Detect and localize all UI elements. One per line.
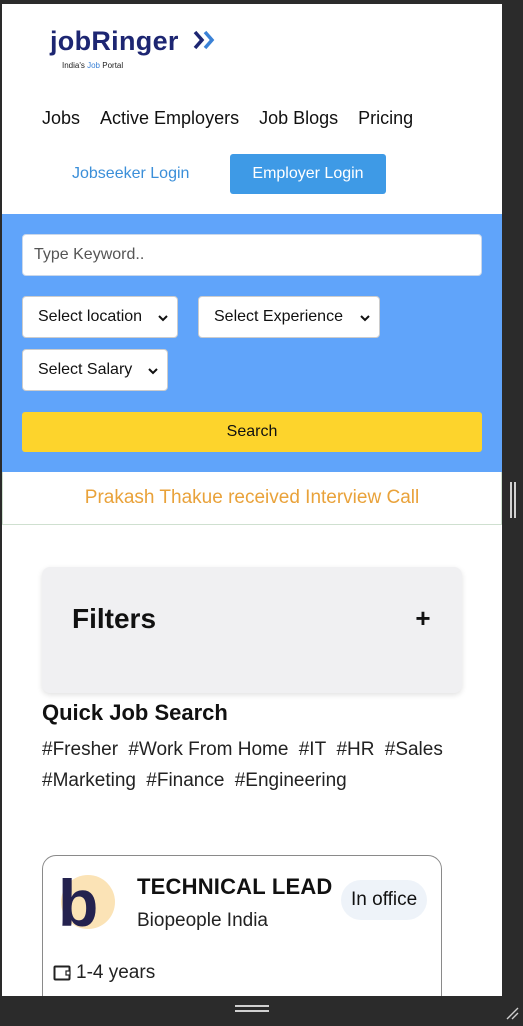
work-mode-badge: In office	[341, 880, 428, 920]
salary-select[interactable]: Select Salary	[22, 349, 168, 391]
nav-job-blogs[interactable]: Job Blogs	[259, 108, 338, 129]
logo-tagline: India's Job Portal	[62, 61, 124, 70]
main-nav: Jobs Active Employers Job Blogs Pricing	[42, 108, 413, 129]
tag-link[interactable]: #Finance	[146, 770, 224, 791]
quick-job-search-title: Quick Job Search	[42, 700, 228, 725]
quick-search-tags: #Fresher #Work From Home #IT #HR #Sales …	[42, 734, 472, 796]
briefcase-icon	[53, 965, 71, 981]
chevron-down-icon	[148, 368, 158, 375]
keyword-input[interactable]	[22, 234, 482, 276]
company-logo: b	[58, 868, 115, 930]
tag-link[interactable]: #Fresher	[42, 739, 118, 760]
tag-link[interactable]: #Engineering	[235, 770, 347, 791]
company-name: Biopeople India	[137, 910, 268, 931]
svg-text:b: b	[58, 868, 98, 930]
resize-corner-icon[interactable]	[505, 1006, 519, 1020]
tag-link[interactable]: #Sales	[385, 739, 443, 760]
location-select-value: Select location	[38, 308, 143, 325]
search-button[interactable]: Search	[22, 412, 482, 452]
filters-panel[interactable]: Filters +	[42, 567, 462, 693]
activity-ticker: Prakash Thakue received Interview Call	[2, 472, 502, 525]
job-title[interactable]: TECHNICAL LEAD	[137, 874, 333, 900]
experience-value: 1-4 years	[76, 962, 156, 983]
experience-row: 1-4 years	[53, 962, 155, 984]
nav-jobs[interactable]: Jobs	[42, 108, 80, 129]
salary-select-value: Select Salary	[38, 361, 133, 378]
experience-select[interactable]: Select Experience	[198, 296, 380, 338]
filters-expand-button[interactable]: +	[412, 603, 434, 633]
nav-active-employers[interactable]: Active Employers	[100, 108, 239, 129]
jobseeker-login-link[interactable]: Jobseeker Login	[72, 165, 189, 183]
horizontal-grip-handle[interactable]	[235, 1005, 269, 1013]
employer-login-button[interactable]: Employer Login	[230, 154, 386, 194]
double-chevron-icon	[193, 30, 215, 50]
filters-title: Filters	[72, 603, 157, 634]
tag-link[interactable]: #IT	[299, 739, 326, 760]
chevron-down-icon	[360, 315, 370, 322]
tag-link[interactable]: #Work From Home	[128, 739, 288, 760]
experience-select-value: Select Experience	[214, 308, 343, 325]
job-card[interactable]: b TECHNICAL LEAD Biopeople India In offi…	[42, 855, 442, 996]
location-select[interactable]: Select location	[22, 296, 178, 338]
pane-resize-gutter[interactable]	[502, 4, 523, 996]
tag-link[interactable]: #HR	[336, 739, 374, 760]
logo-wordmark: jobRinger	[50, 26, 179, 56]
tag-link[interactable]: #Marketing	[42, 770, 136, 791]
bottom-resize-bar[interactable]	[0, 996, 523, 1026]
page-viewport: jobRinger India's Job Portal Jobs Active…	[2, 4, 502, 996]
nav-pricing[interactable]: Pricing	[358, 108, 413, 129]
vertical-grip-handle[interactable]	[510, 482, 516, 518]
search-panel: Select location Select Experience Select…	[2, 214, 502, 472]
logo[interactable]: jobRinger India's Job Portal	[50, 26, 230, 76]
chevron-down-icon	[158, 315, 168, 322]
